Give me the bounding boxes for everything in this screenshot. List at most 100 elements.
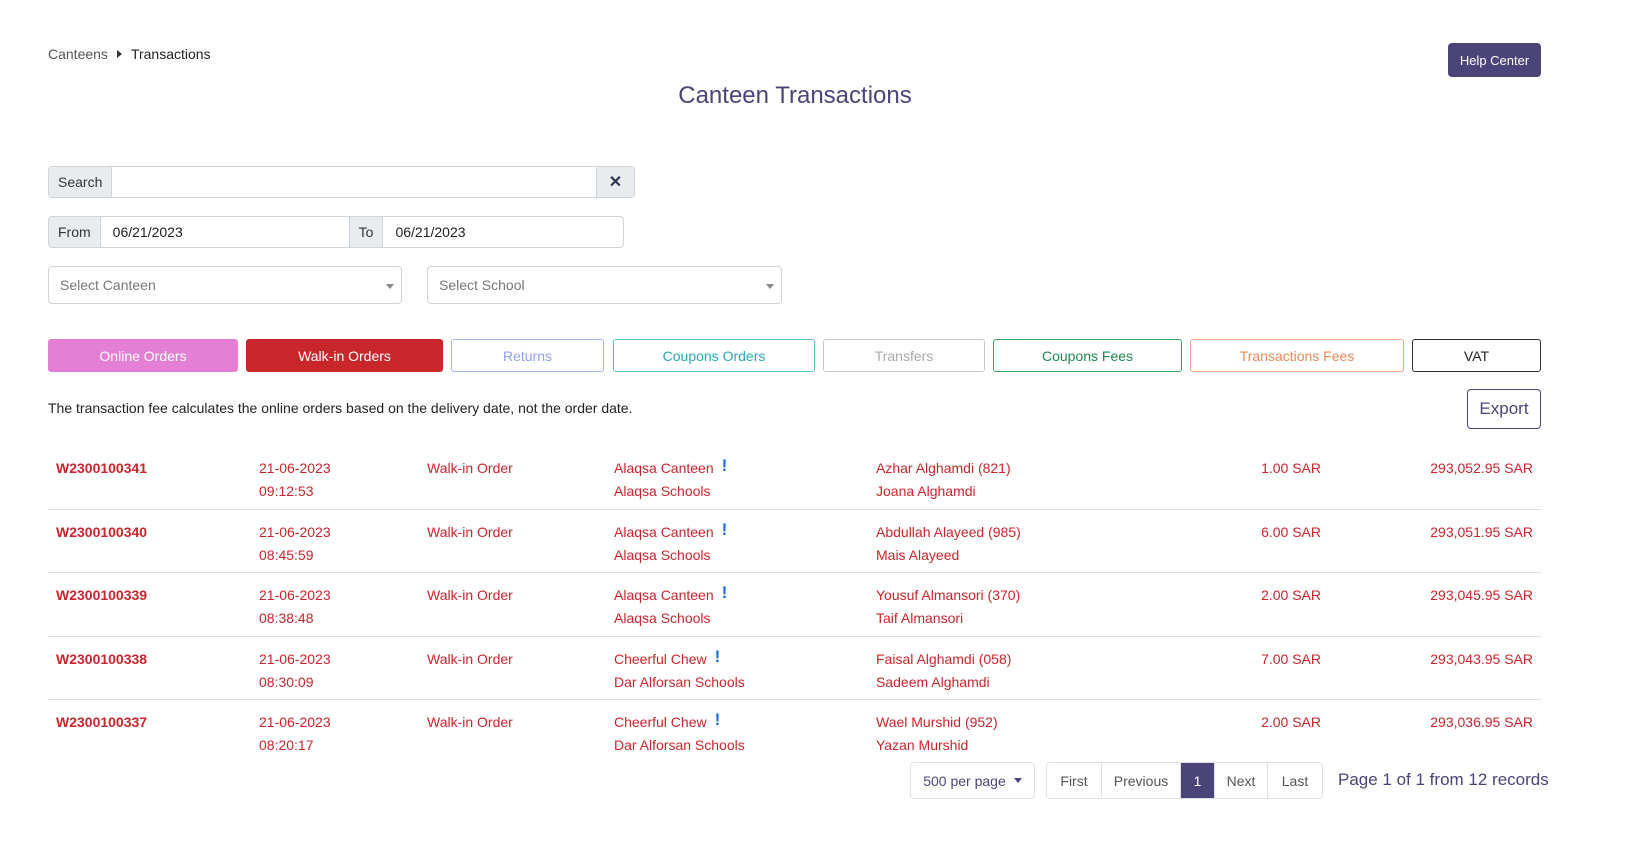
transaction-time: 08:20:17 <box>259 737 314 753</box>
school-name: Alaqsa Schools <box>614 610 711 626</box>
transaction-id[interactable]: W2300100341 <box>56 457 147 480</box>
breadcrumb-current: Transactions <box>130 46 211 62</box>
transaction-datetime: 21-06-2023 08:30:09 <box>259 648 331 694</box>
first-page-button[interactable]: First <box>1047 763 1102 798</box>
table-row[interactable]: W2300100341 21-06-2023 09:12:53 Walk-in O… <box>48 446 1541 510</box>
transaction-time: 08:38:48 <box>259 610 314 626</box>
to-label: To <box>348 217 384 247</box>
transaction-student: Yousuf Almansori (370) Taif Almansori <box>876 584 1020 630</box>
transaction-canteen: Cheerful Chew! Dar Alforsan Schools <box>614 711 745 757</box>
transaction-datetime: 21-06-2023 09:12:53 <box>259 457 331 503</box>
canteen-name: Cheerful Chew <box>614 650 707 667</box>
canteen-name: Alaqsa Canteen <box>614 523 714 540</box>
transaction-student: Faisal Alghamdi (058) Sadeem Alghamdi <box>876 648 1011 694</box>
transaction-id[interactable]: W2300100338 <box>56 648 147 671</box>
table-row[interactable]: W2300100338 21-06-2023 08:30:09 Walk-in O… <box>48 637 1541 700</box>
transaction-type: Walk-in Order <box>427 587 513 603</box>
from-date-input[interactable] <box>100 217 349 247</box>
transfers-button[interactable]: Transfers <box>823 339 985 372</box>
last-page-button[interactable]: Last <box>1268 763 1322 798</box>
transaction-balance: 293,043.95 SAR <box>1430 650 1533 667</box>
caret-right-icon <box>116 50 122 58</box>
transaction-type: Walk-in Order <box>427 714 513 730</box>
pagination: First Previous 1 Next Last <box>1046 762 1323 799</box>
student-name: Abdullah Alayeed (985) <box>876 523 1021 540</box>
chevron-down-icon <box>386 284 394 289</box>
table-row[interactable]: W2300100339 21-06-2023 08:38:48 Walk-in O… <box>48 573 1541 637</box>
transaction-student: Abdullah Alayeed (985) Mais Alayeed <box>876 521 1021 567</box>
previous-page-button[interactable]: Previous <box>1102 763 1181 798</box>
transaction-datetime: 21-06-2023 08:20:17 <box>259 711 331 757</box>
transaction-balance: 293,045.95 SAR <box>1430 587 1533 603</box>
per-page-dropdown[interactable]: 500 per page <box>910 762 1035 799</box>
select-canteen[interactable]: Select Canteen <box>48 266 402 304</box>
transaction-time: 08:30:09 <box>259 673 314 690</box>
transaction-canteen: Alaqsa Canteen! Alaqsa Schools <box>614 520 728 567</box>
clear-search-button[interactable]: ✕ <box>596 167 634 197</box>
to-date-input[interactable] <box>383 217 623 247</box>
search-label: Search <box>49 167 113 197</box>
canteen-name: Alaqsa Canteen <box>614 460 714 476</box>
page-info: Page 1 of 1 from 12 records <box>1338 770 1549 789</box>
exclamation-icon[interactable]: ! <box>722 584 728 602</box>
exclamation-icon[interactable]: ! <box>715 711 721 729</box>
date-range: From To <box>48 216 624 248</box>
canteen-name: Alaqsa Canteen <box>614 587 714 603</box>
breadcrumb: Canteens Transactions <box>48 46 211 62</box>
school-name: Dar Alforsan Schools <box>614 673 745 690</box>
select-school[interactable]: Select School <box>427 266 782 304</box>
transaction-canteen: Alaqsa Canteen! Alaqsa Schools <box>614 457 727 503</box>
transaction-canteen: Alaqsa Canteen! Alaqsa Schools <box>614 584 727 630</box>
transaction-type: Walk-in Order <box>427 460 513 476</box>
transaction-time: 08:45:59 <box>259 546 314 563</box>
chevron-down-icon <box>766 284 774 289</box>
exclamation-icon[interactable]: ! <box>722 520 728 539</box>
search-input[interactable] <box>112 167 596 197</box>
caret-down-icon <box>1013 778 1022 783</box>
page-1-button[interactable]: 1 <box>1181 763 1215 798</box>
help-center-button[interactable]: Help Center <box>1448 43 1541 77</box>
transaction-amount: 2.00 SAR <box>1261 587 1321 603</box>
transaction-balance: 293,052.95 SAR <box>1430 460 1533 476</box>
transaction-datetime: 21-06-2023 08:38:48 <box>259 584 331 630</box>
transaction-date: 21-06-2023 <box>259 523 331 540</box>
transaction-date: 21-06-2023 <box>259 460 331 476</box>
walkin-orders-button[interactable]: Walk-in Orders <box>246 339 443 372</box>
table-row[interactable]: W2300100340 21-06-2023 08:45:59 Walk-in O… <box>48 510 1541 573</box>
export-button[interactable]: Export <box>1467 389 1541 429</box>
transaction-datetime: 21-06-2023 08:45:59 <box>259 521 331 567</box>
student-name: Yousuf Almansori (370) <box>876 587 1021 603</box>
vat-button[interactable]: VAT <box>1412 339 1541 372</box>
per-page-label: 500 per page <box>923 772 1006 789</box>
transaction-student: Azhar Alghamdi (821) Joana Alghamdi <box>876 457 1011 503</box>
close-icon: ✕ <box>608 174 623 191</box>
transaction-time: 09:12:53 <box>259 483 314 499</box>
search-group: Search ✕ <box>48 166 635 198</box>
transaction-id[interactable]: W2300100339 <box>56 584 147 607</box>
transaction-id[interactable]: W2300100340 <box>56 521 147 544</box>
from-label: From <box>49 217 101 247</box>
school-name: Alaqsa Schools <box>614 546 711 563</box>
breadcrumb-canteens-link[interactable]: Canteens <box>48 46 108 62</box>
online-orders-button[interactable]: Online Orders <box>48 339 238 372</box>
transaction-id[interactable]: W2300100337 <box>56 711 147 734</box>
select-canteen-placeholder: Select Canteen <box>60 277 156 293</box>
exclamation-icon[interactable]: ! <box>715 647 721 666</box>
coupons-orders-button[interactable]: Coupons Orders <box>613 339 815 372</box>
transaction-amount: 1.00 SAR <box>1261 460 1321 476</box>
exclamation-icon[interactable]: ! <box>722 457 728 475</box>
table-row[interactable]: W2300100337 21-06-2023 08:20:17 Walk-in O… <box>48 700 1541 764</box>
next-page-button[interactable]: Next <box>1215 763 1268 798</box>
parent-name: Yazan Murshid <box>876 737 969 753</box>
canteen-name: Cheerful Chew <box>614 714 707 730</box>
student-name: Faisal Alghamdi (058) <box>876 650 1012 667</box>
student-name: Wael Murshid (952) <box>876 714 998 730</box>
returns-button[interactable]: Returns <box>451 339 604 372</box>
parent-name: Taif Almansori <box>876 610 964 626</box>
school-name: Alaqsa Schools <box>614 483 711 499</box>
coupons-fees-button[interactable]: Coupons Fees <box>993 339 1182 372</box>
transactions-fees-button[interactable]: Transactions Fees <box>1190 339 1404 372</box>
transaction-amount: 2.00 SAR <box>1261 714 1321 730</box>
transaction-canteen: Cheerful Chew! Dar Alforsan Schools <box>614 647 745 694</box>
transaction-type: Walk-in Order <box>427 523 513 540</box>
